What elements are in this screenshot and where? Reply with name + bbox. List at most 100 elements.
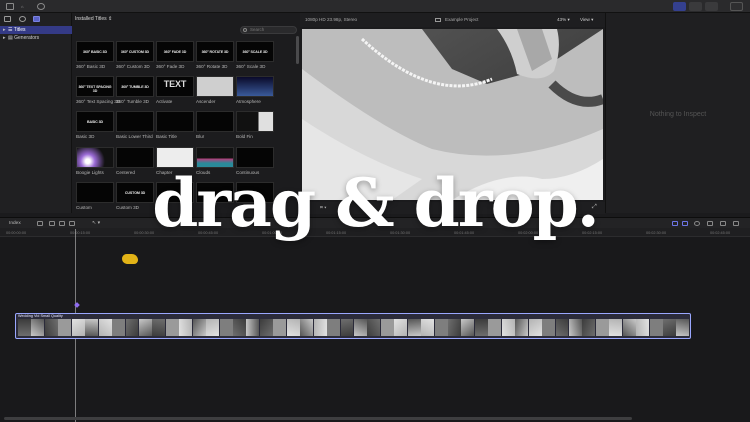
title-thumbnail: 360° TUMBLE 3D (116, 76, 154, 97)
title-thumbnail (196, 76, 234, 97)
title-tile[interactable]: 360° CUSTOM 3D 360° Custom 3D (116, 41, 154, 69)
title-thumbnail (236, 76, 274, 97)
clip-label: Wedding Vid Small Quality (18, 314, 63, 318)
share-button[interactable] (730, 2, 743, 11)
filmstrip-frame (582, 319, 596, 336)
filmstrip-frame (380, 319, 394, 336)
title-thumbnail: 360° CUSTOM 3D (116, 41, 154, 62)
sidebar-item-label: Generators (14, 35, 40, 41)
title-tile[interactable]: Bold Fin (236, 111, 274, 139)
zoom-value: 43% (557, 17, 567, 22)
title-tile-label: 360° Rotate 3D (196, 64, 228, 69)
filmstrip-frame (595, 319, 609, 336)
title-thumbnail: 360° TEXT SPACING 3D (76, 76, 114, 97)
title-tile[interactable]: Atmosphere (236, 76, 274, 104)
thumbnail-text: 360° FADE 3D (163, 50, 187, 54)
filmstrip-frame (367, 319, 381, 336)
title-tile[interactable]: Basic Title (156, 111, 194, 139)
clapper-icon (435, 18, 441, 22)
title-tile-label: 360° Text Spacing 3D (76, 99, 121, 104)
filmstrip-frame (353, 319, 367, 336)
filmstrip-frame (488, 319, 502, 336)
title-tile-label: Blur (196, 134, 205, 139)
filmstrip-frame (138, 319, 152, 336)
title-thumbnail: 360° ROTATE 3D (196, 41, 234, 62)
title-tile-label: 360° Tumble 3D (116, 99, 149, 104)
filmstrip-frame (85, 319, 99, 336)
zoom-menu[interactable]: 43% ▾ (557, 17, 570, 23)
filmstrip-frame (636, 319, 650, 336)
title-tile[interactable]: 360° FADE 3D 360° Fade 3D (156, 41, 194, 69)
title-tile[interactable]: Ascender (196, 76, 234, 104)
title-thumbnail: TEXT (156, 76, 194, 97)
title-tile-label: 360° Basic 3D (76, 64, 106, 69)
filmstrip-frame (246, 319, 260, 336)
browser-scrollbar[interactable] (296, 36, 299, 64)
filmstrip-frame (407, 319, 421, 336)
filmstrip-frame (434, 319, 448, 336)
title-tile[interactable]: 360° TEXT SPACING 3D 360° Text Spacing 3D (76, 76, 121, 104)
filmstrip-frame (125, 319, 139, 336)
filmstrip-frame (98, 319, 112, 336)
title-tile[interactable]: Blur (196, 111, 234, 139)
title-tile-label: 360° Custom 3D (116, 64, 150, 69)
timeline-toggle-button[interactable] (689, 2, 702, 11)
sidebar-item-titles[interactable]: ▸ ☰ Titles (0, 26, 72, 34)
title-tile[interactable]: 360° TUMBLE 3D 360° Tumble 3D (116, 76, 154, 104)
title-tile-label: 360° Fade 3D (156, 64, 185, 69)
overlay-headline: drag & drop. (152, 164, 599, 242)
filmstrip-frame (31, 319, 45, 336)
title-tile-label: Basic Title (156, 134, 177, 139)
filmstrip-frame (461, 319, 475, 336)
title-tile[interactable]: BASIC 3D Basic 3D (76, 111, 114, 139)
chevron-updown-icon: ⇕ (108, 16, 113, 22)
filmstrip-frame (18, 319, 31, 336)
filmstrip-frame (112, 319, 125, 336)
media-icon[interactable] (19, 16, 26, 22)
viewer-header: 1080p HD 23.98p, Stereo Example Project … (300, 13, 605, 27)
filmstrip-frame (219, 319, 233, 336)
filmstrip-frame (233, 319, 246, 336)
video-clip[interactable]: Wedding Vid Small Quality (15, 313, 691, 339)
filmstrip-frame (165, 319, 179, 336)
photos-audio-icon[interactable] (4, 16, 11, 22)
title-tile-label: Bold Fin (236, 134, 253, 139)
filmstrip-frame (676, 319, 690, 336)
title-tile[interactable]: 360° BASIC 3D 360° Basic 3D (76, 41, 114, 69)
search-input[interactable]: Search (240, 26, 297, 34)
timeline-scrollbar[interactable] (4, 417, 632, 420)
thumbnail-text: 360° SCALE 3D (242, 50, 268, 54)
title-tile-label: 360° Scale 3D (236, 64, 266, 69)
filmstrip-frame (622, 319, 636, 336)
filmstrip-frame (58, 319, 72, 336)
library-toggle-button[interactable] (673, 2, 686, 11)
filmstrip-frame (259, 319, 273, 336)
title-tile-label: Basic 3D (76, 134, 95, 139)
search-placeholder: Search (250, 27, 265, 32)
thumbnail-text: 360° TUMBLE 3D (121, 85, 149, 89)
filmstrip-frame (474, 319, 488, 336)
sidebar-item-generators[interactable]: ▸ ▤ Generators (0, 34, 72, 42)
top-toolbar: ⌂ (0, 0, 750, 13)
title-tile[interactable]: 360° ROTATE 3D 360° Rotate 3D (196, 41, 234, 69)
filmstrip-frame (286, 319, 300, 336)
titles-generators-icon[interactable] (33, 16, 40, 22)
inspector-toggle-button[interactable] (705, 2, 718, 11)
filmstrip-frame (206, 319, 220, 336)
title-tile[interactable]: Basic Lower Third (116, 111, 154, 139)
browser-header[interactable]: Installed Titles ⇕ (75, 16, 112, 22)
title-tile[interactable]: 360° SCALE 3D 360° Scale 3D (236, 41, 274, 69)
background-tasks-icon[interactable] (37, 3, 45, 10)
view-menu[interactable]: View ▾ (580, 17, 593, 23)
import-icon[interactable] (6, 3, 14, 10)
title-tile-label: Atmosphere (236, 99, 261, 104)
title-tile-label: Ascender (196, 99, 216, 104)
filmstrip-frame (71, 319, 85, 336)
title-tile[interactable]: TEXT Activate (156, 76, 194, 104)
keywords-icon[interactable]: ⌂ (21, 3, 30, 10)
thumbnail-text: BASIC 3D (87, 120, 103, 124)
thumbnail-text: 360° ROTATE 3D (201, 50, 229, 54)
filmstrip-frame (313, 319, 327, 336)
thumbnail-text: TEXT (163, 79, 187, 89)
title-thumbnail: 360° SCALE 3D (236, 41, 274, 62)
